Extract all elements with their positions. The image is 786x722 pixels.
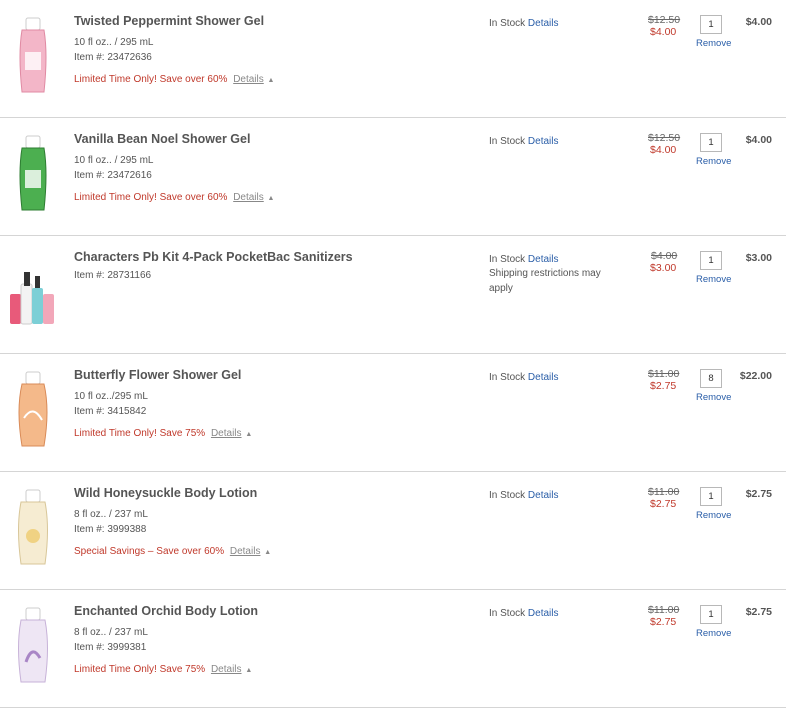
sale-price: $3.00 — [650, 262, 677, 274]
product-size: 8 fl oz.. / 237 mL — [74, 509, 148, 520]
stock-details-link[interactable]: Details — [528, 608, 559, 619]
stock-label: In Stock — [489, 136, 526, 147]
promo-details-link[interactable]: Details — [211, 428, 242, 439]
original-price: $4.00 — [651, 250, 678, 262]
product-image[interactable] — [8, 14, 58, 98]
stock-status: In Stock Details — [489, 372, 559, 383]
original-price: $12.50 — [648, 14, 681, 26]
stock-label: In Stock — [489, 490, 526, 501]
line-total: $2.75 — [745, 606, 772, 618]
stock-label: In Stock — [489, 18, 526, 29]
stock-status: In Stock Details — [489, 490, 559, 501]
caret-up-icon[interactable]: ▲ — [245, 667, 252, 674]
line-total: $2.75 — [745, 488, 772, 500]
line-total: $4.00 — [745, 16, 772, 28]
item-number: Item #: 3999388 — [74, 524, 147, 535]
cart-row: Twisted Peppermint Shower Gel 10 fl oz..… — [0, 0, 786, 118]
product-size: 10 fl oz.. / 295 mL — [74, 155, 154, 166]
promo-label: Special Savings – Save over 60% — [74, 546, 225, 557]
cart-row: Butterfly Flower Shower Gel 10 fl oz../2… — [0, 354, 786, 472]
product-image[interactable] — [8, 604, 58, 688]
caret-up-icon[interactable]: ▲ — [268, 77, 275, 84]
original-price: $11.00 — [648, 368, 680, 380]
remove-link[interactable]: Remove — [696, 628, 731, 639]
product-size: 10 fl oz.. / 295 mL — [74, 37, 154, 48]
shipping-restriction-note: Shipping restrictions may apply — [489, 268, 601, 294]
product-image[interactable] — [8, 486, 58, 570]
remove-link[interactable]: Remove — [696, 38, 731, 49]
stock-status: In Stock Details — [489, 136, 559, 147]
line-total: $22.00 — [739, 370, 772, 382]
product-name[interactable]: Enchanted Orchid Body Lotion — [74, 604, 258, 618]
product-image[interactable] — [8, 250, 58, 334]
sale-price: $4.00 — [650, 26, 677, 38]
promo-details-link[interactable]: Details — [233, 74, 264, 85]
cart-row: Characters Pb Kit 4-Pack PocketBac Sanit… — [0, 236, 786, 354]
sale-price: $4.00 — [650, 144, 677, 156]
promo-label: Limited Time Only! Save 75% — [74, 664, 206, 675]
item-number: Item #: 3999381 — [74, 642, 147, 653]
stock-status: In Stock Details — [489, 18, 559, 29]
caret-up-icon[interactable]: ▲ — [264, 549, 271, 556]
item-number: Item #: 28731166 — [74, 270, 152, 281]
caret-up-icon[interactable]: ▲ — [245, 431, 252, 438]
stock-details-link[interactable]: Details — [528, 136, 559, 147]
quantity-input[interactable] — [700, 605, 722, 624]
quantity-input[interactable] — [700, 15, 722, 34]
promo-details-link[interactable]: Details — [233, 192, 264, 203]
promo-label: Limited Time Only! Save over 60% — [74, 74, 228, 85]
product-name[interactable]: Characters Pb Kit 4-Pack PocketBac Sanit… — [74, 250, 353, 264]
remove-link[interactable]: Remove — [696, 274, 731, 285]
cart-row: Wild Honeysuckle Body Lotion 8 fl oz.. /… — [0, 472, 786, 590]
cart-row: Vanilla Bean Noel Shower Gel 10 fl oz.. … — [0, 118, 786, 236]
stock-details-link[interactable]: Details — [528, 254, 559, 265]
quantity-input[interactable] — [700, 251, 722, 270]
promo-label: Limited Time Only! Save over 60% — [74, 192, 228, 203]
remove-link[interactable]: Remove — [696, 510, 731, 521]
product-name[interactable]: Twisted Peppermint Shower Gel — [74, 14, 264, 28]
quantity-input[interactable] — [700, 487, 722, 506]
caret-up-icon[interactable]: ▲ — [268, 195, 275, 202]
stock-details-link[interactable]: Details — [528, 490, 559, 501]
promo-text: Limited Time Only! Save over 60% Details… — [74, 74, 274, 85]
quantity-input[interactable] — [700, 369, 722, 388]
promo-text: Special Savings – Save over 60% Details … — [74, 546, 271, 557]
promo-details-link[interactable]: Details — [211, 664, 242, 675]
original-price: $11.00 — [648, 604, 680, 616]
cart-items-list: Twisted Peppermint Shower Gel 10 fl oz..… — [0, 0, 786, 708]
promo-text: Limited Time Only! Save 75% Details ▲ — [74, 664, 252, 675]
sale-price: $2.75 — [650, 498, 677, 510]
original-price: $12.50 — [648, 132, 681, 144]
cart-row: Enchanted Orchid Body Lotion 8 fl oz.. /… — [0, 590, 786, 708]
sale-price: $2.75 — [650, 616, 677, 628]
sale-price: $2.75 — [650, 380, 677, 392]
item-number: Item #: 23472616 — [74, 170, 152, 181]
product-size: 8 fl oz.. / 237 mL — [74, 627, 148, 638]
promo-details-link[interactable]: Details — [230, 546, 261, 557]
promo-text: Limited Time Only! Save over 60% Details… — [74, 192, 274, 203]
promo-text: Limited Time Only! Save 75% Details ▲ — [74, 428, 252, 439]
remove-link[interactable]: Remove — [696, 392, 731, 403]
product-image[interactable] — [8, 132, 58, 216]
original-price: $11.00 — [648, 486, 680, 498]
product-size: 10 fl oz../295 mL — [74, 391, 148, 402]
stock-status: In Stock Details — [489, 254, 559, 265]
stock-label: In Stock — [489, 608, 526, 619]
item-number: Item #: 23472636 — [74, 52, 152, 63]
promo-label: Limited Time Only! Save 75% — [74, 428, 206, 439]
line-total: $3.00 — [745, 252, 772, 264]
stock-details-link[interactable]: Details — [528, 372, 559, 383]
remove-link[interactable]: Remove — [696, 156, 731, 167]
stock-label: In Stock — [489, 254, 526, 265]
stock-status: In Stock Details — [489, 608, 559, 619]
stock-label: In Stock — [489, 372, 526, 383]
line-total: $4.00 — [745, 134, 772, 146]
product-name[interactable]: Vanilla Bean Noel Shower Gel — [74, 132, 250, 146]
quantity-input[interactable] — [700, 133, 722, 152]
item-number: Item #: 3415842 — [74, 406, 147, 417]
product-name[interactable]: Wild Honeysuckle Body Lotion — [74, 486, 257, 500]
product-name[interactable]: Butterfly Flower Shower Gel — [74, 368, 241, 382]
product-image[interactable] — [8, 368, 58, 452]
stock-details-link[interactable]: Details — [528, 18, 559, 29]
